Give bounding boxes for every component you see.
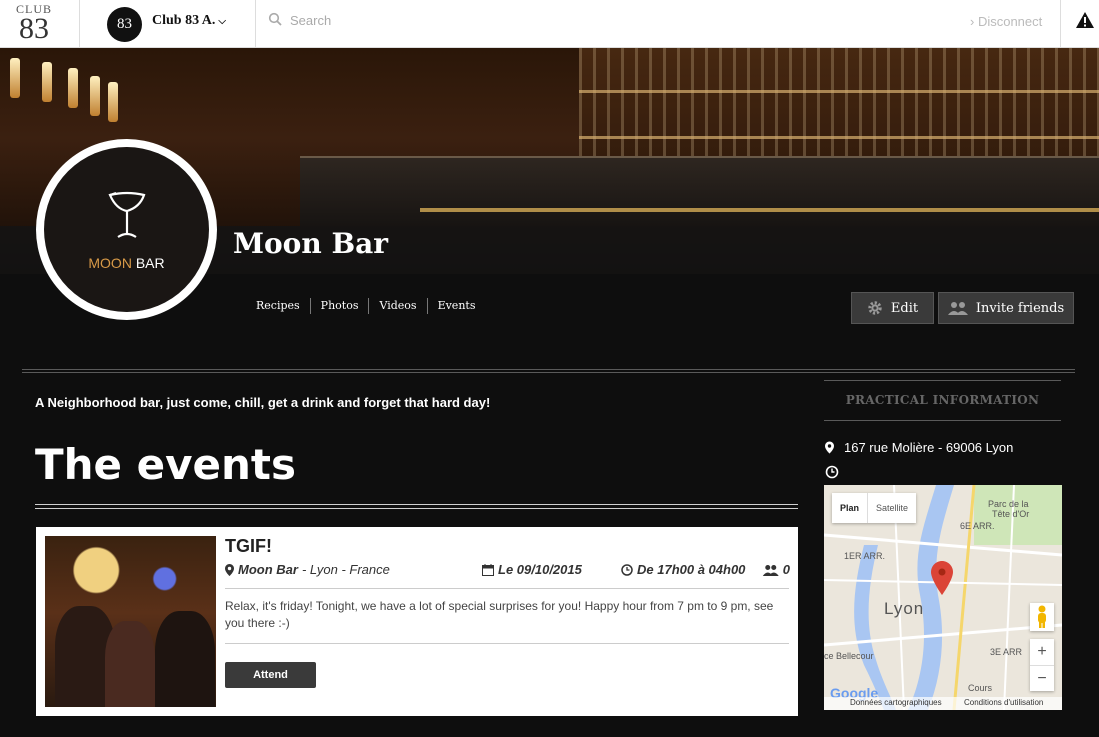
divider [22,372,1075,373]
sidebar-divider [824,420,1061,421]
tab-events[interactable]: Events [428,298,486,314]
event-date: Le 09/10/2015 [482,562,582,577]
clock-icon [825,465,839,479]
event-meta: Moon Bar - Lyon - France Le 09/10/2015 D… [225,562,790,580]
pegman-icon [1038,605,1046,628]
event-time-text: De 17h00 à 04h00 [637,562,746,577]
profile-brand-moon: MOON [88,255,132,271]
event-separator [225,643,789,644]
warning-icon[interactable] [1075,10,1095,30]
disconnect-link[interactable]: › Disconnect [970,14,1042,29]
zoom-in-button[interactable]: + [1030,639,1054,665]
practical-information-title: PRACTICAL INFORMATION [845,393,1040,407]
search-icon [268,12,282,26]
event-date-text: Le 09/10/2015 [498,562,582,577]
map-label: Parc de la [988,499,1029,509]
map-tab-satellite[interactable]: Satellite [867,493,916,523]
event-attendee-count: 0 [782,562,790,577]
chevron-down-icon: ⌵ [218,16,227,27]
gear-icon [868,301,882,315]
avatar: 83 [107,7,142,42]
map-label: Cours [968,683,993,693]
event-attendees: 0 [762,562,790,577]
cover-light [68,68,78,108]
tab-recipes[interactable]: Recipes [256,298,311,314]
invite-friends-label: Invite friends [975,300,1065,316]
map-city-label: Lyon [884,599,925,618]
profile-subnav: Recipes Photos Videos Events [256,298,485,314]
site-logo[interactable]: CLUB 83 [14,3,54,45]
cover-light [108,82,118,122]
event-city: - Lyon - France [301,562,390,577]
profile-brand-bar: BAR [131,255,165,271]
map-footer: Données cartographiques Conditions d'uti… [824,697,1062,710]
cover-shelf-line [579,90,1099,93]
cocktail-glass-icon [108,191,146,238]
attend-button[interactable]: Attend [225,662,316,688]
cover-counter [300,156,1099,226]
events-heading: The events [35,440,296,489]
club-name-label: Club 83 A. [152,13,216,28]
heading-divider [35,504,798,505]
site-logo-container: CLUB 83 [0,0,80,48]
event-location: Moon Bar - Lyon - France [225,562,390,577]
page-title: Moon Bar [233,227,389,260]
event-photo[interactable] [45,536,216,707]
map-tab-plan[interactable]: Plan [832,493,867,523]
profile-picture-inner: MOON BAR [44,147,209,312]
edit-button-label: Edit [890,300,919,316]
topbar-divider [1060,0,1061,48]
map-marker-icon [825,441,834,454]
event-venue[interactable]: Moon Bar [238,562,298,577]
event-photo-figure [105,621,155,707]
map-label: 1ER ARR. [844,551,886,561]
club-name: Club 83 A. ⌵ [152,13,226,29]
cover-light [10,58,20,98]
users-icon [947,302,968,315]
street-view-pegman[interactable] [1030,603,1054,631]
map-type-tabs: Plan Satellite [832,493,917,523]
map-label: 6E ARR. [960,521,995,531]
zoom-out-button[interactable]: − [1030,665,1054,691]
event-description: Relax, it's friday! Tonight, we have a l… [225,599,774,630]
venue-tagline: A Neighborhood bar, just come, chill, ge… [35,395,491,410]
sidebar-divider [824,380,1061,381]
cover-light [42,62,52,102]
cover-counter-glow [420,208,1099,212]
heading-divider [35,508,798,509]
profile-brand: MOON BAR [44,255,209,271]
event-photo-figure [155,611,215,707]
map-pin-icon[interactable] [931,561,953,595]
top-bar: CLUB 83 83 Club 83 A.⌵ › Disconnect [0,0,1099,48]
address-row: 167 rue Molière - 69006 Lyon [825,440,1013,455]
invite-friends-button[interactable]: Invite friends [938,292,1074,324]
tab-photos[interactable]: Photos [311,298,370,314]
divider [22,369,1075,370]
event-card: TGIF! Moon Bar - Lyon - France Le 09/10/… [36,527,798,716]
tab-videos[interactable]: Videos [369,298,428,314]
map-label: ce Bellecour [824,651,874,661]
clock-icon [621,563,633,576]
event-title[interactable]: TGIF! [225,536,272,557]
site-logo-line2: 83 [19,12,49,45]
event-separator [225,588,789,589]
map-zoom-controls: + − [1030,639,1054,691]
users-icon [762,564,779,576]
cover-shelf-line [579,136,1099,139]
calendar-icon [482,563,494,576]
search-input[interactable] [290,8,650,32]
profile-picture: MOON BAR [36,139,217,320]
edit-button[interactable]: Edit [851,292,934,324]
map-label: 3E ARR [990,647,1023,657]
map-label: Tête d'Or [992,509,1030,519]
cover-light [90,76,100,116]
club-switcher[interactable]: 83 Club 83 A. ⌵ [80,0,256,48]
map-marker-icon [225,563,234,576]
map-data-credit[interactable]: Données cartographiques [850,698,942,707]
location-map[interactable]: Plan Satellite Parc de la Tête d'Or 6E A… [824,485,1062,710]
event-time: De 17h00 à 04h00 [621,562,745,577]
map-terms-link[interactable]: Conditions d'utilisation [964,698,1043,707]
address-text: 167 rue Molière - 69006 Lyon [844,440,1014,455]
